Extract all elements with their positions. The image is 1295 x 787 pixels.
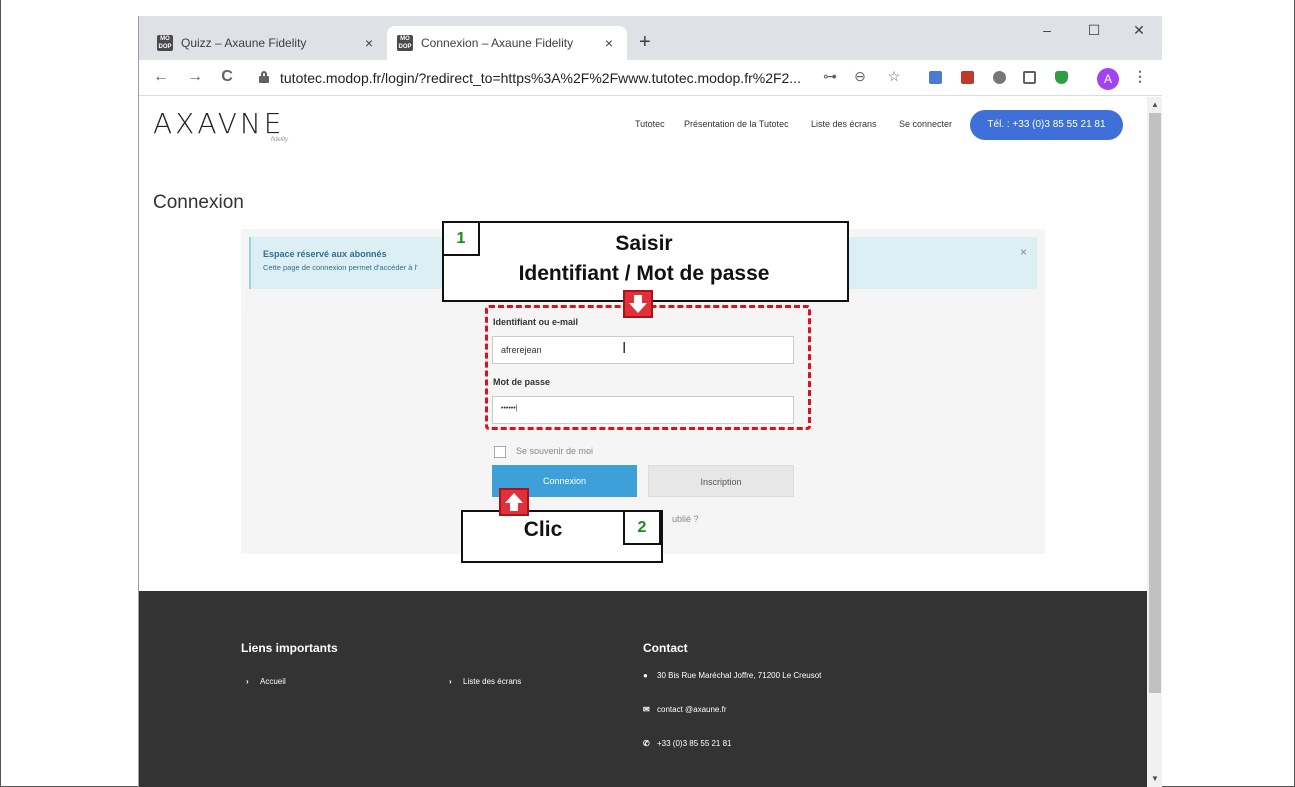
tab-close-icon[interactable]: ×	[601, 35, 617, 51]
cast-extension-icon[interactable]	[1023, 71, 1036, 84]
remember-label[interactable]: Se souvenir de moi	[516, 446, 593, 456]
axaune-logo[interactable]: AXAVNE	[153, 107, 285, 140]
scrollbar-thumb[interactable]	[1149, 113, 1161, 693]
scroll-down-icon[interactable]: ▼	[1151, 774, 1159, 783]
step1-line1: Saisir	[615, 232, 673, 255]
presentation-extension-icon[interactable]	[929, 71, 942, 84]
phone-icon: ✆	[643, 739, 650, 748]
profile-avatar[interactable]: A	[1097, 68, 1119, 90]
page-title: Connexion	[153, 192, 244, 213]
lock-icon[interactable]	[259, 71, 269, 83]
footer-links-heading: Liens importants	[241, 641, 338, 655]
footer-link-accueil[interactable]: › Accueil	[246, 677, 286, 686]
arrow-up-icon	[499, 488, 529, 516]
footer-contact-heading: Contact	[643, 641, 688, 655]
new-tab-button[interactable]: +	[639, 31, 651, 54]
reload-icon[interactable]: C	[217, 68, 237, 86]
tab-strip: MO DOP Quizz – Axaune Fidelity × MO DOP …	[139, 16, 1162, 60]
step2-text: Clic	[523, 518, 563, 541]
tab-title: Quizz – Axaune Fidelity	[181, 36, 307, 50]
footer-address: ● 30 Bis Rue Maréchal Joffre, 71200 Le Cr…	[643, 671, 822, 680]
nav-se-connecter[interactable]: Se connecter	[899, 119, 952, 129]
alert-title: Espace réservé aux abonnés	[263, 249, 387, 259]
back-icon[interactable]: ←	[151, 68, 171, 86]
browser-window: MO DOP Quizz – Axaune Fidelity × MO DOP …	[138, 16, 1162, 787]
browser-menu-icon[interactable]: ⋮	[1131, 68, 1149, 85]
step2-number: 2	[623, 510, 661, 545]
close-window-button[interactable]: ✕	[1124, 22, 1154, 39]
step2-callout: Clic 2	[461, 510, 663, 563]
shield-extension-icon[interactable]	[1055, 71, 1068, 84]
page-scrollbar[interactable]: ▲ ▼	[1147, 97, 1162, 787]
forgot-password-link[interactable]: ublié ?	[672, 514, 699, 524]
bookmark-star-icon[interactable]: ☆	[885, 68, 903, 85]
alert-close-icon[interactable]: ×	[1020, 245, 1027, 259]
step1-text: Saisir Identifiant / Mot de passe	[444, 229, 844, 289]
nav-tutotec[interactable]: Tutotec	[635, 119, 665, 129]
footer-email[interactable]: ✉ contact @axaune.fr	[643, 705, 727, 714]
nav-liste-ecrans[interactable]: Liste des écrans	[811, 119, 877, 129]
pdf-extension-icon[interactable]	[961, 71, 974, 84]
footer-link-liste-ecrans[interactable]: › Liste des écrans	[449, 677, 521, 686]
input-highlight-frame	[485, 305, 811, 430]
remember-checkbox[interactable]	[494, 446, 506, 458]
signup-button[interactable]: Inscription	[648, 465, 794, 497]
modop-favicon-icon: MO DOP	[397, 35, 413, 51]
nav-presentation[interactable]: Présentation de la Tutotec	[684, 119, 789, 129]
minimize-button[interactable]: –	[1032, 22, 1062, 38]
site-footer: Liens importants › Accueil › Liste des écr…	[139, 591, 1147, 787]
chevron-right-icon: ›	[449, 677, 452, 686]
forward-icon[interactable]: →	[185, 68, 205, 86]
chevron-right-icon: ›	[246, 677, 249, 686]
zoom-icon[interactable]: ⊖	[851, 68, 869, 85]
step1-line2: Identifiant / Mot de passe	[518, 262, 770, 285]
envelope-icon: ✉	[643, 705, 650, 714]
tab-title: Connexion – Axaune Fidelity	[421, 36, 574, 50]
tab-connexion[interactable]: MO DOP Connexion – Axaune Fidelity ×	[387, 26, 627, 60]
alert-text: Cette page de connexion permet d'accéder…	[263, 263, 418, 272]
modop-favicon-icon: MO DOP	[157, 35, 173, 51]
tab-close-icon[interactable]: ×	[361, 35, 377, 51]
key-icon[interactable]: ⊶	[821, 68, 839, 85]
scroll-up-icon[interactable]: ▲	[1151, 100, 1159, 109]
logo-subtitle: fidelity	[271, 137, 289, 143]
map-pin-icon: ●	[643, 671, 648, 680]
arrow-down-icon	[623, 290, 653, 318]
maximize-button[interactable]: ☐	[1079, 22, 1109, 39]
web-page: AXAVNE fidelity Tutotec Présentation de …	[139, 97, 1147, 787]
circle-extension-icon[interactable]	[993, 71, 1006, 84]
address-bar[interactable]: tutotec.modop.fr/login/?redirect_to=http…	[280, 70, 801, 86]
phone-button[interactable]: Tél. : +33 (0)3 85 55 21 81	[970, 110, 1123, 140]
footer-phone[interactable]: ✆ +33 (0)3 85 55 21 81	[643, 739, 732, 748]
tab-quizz[interactable]: MO DOP Quizz – Axaune Fidelity ×	[147, 26, 387, 60]
browser-toolbar: ← → C tutotec.modop.fr/login/?redirect_t…	[139, 60, 1162, 96]
